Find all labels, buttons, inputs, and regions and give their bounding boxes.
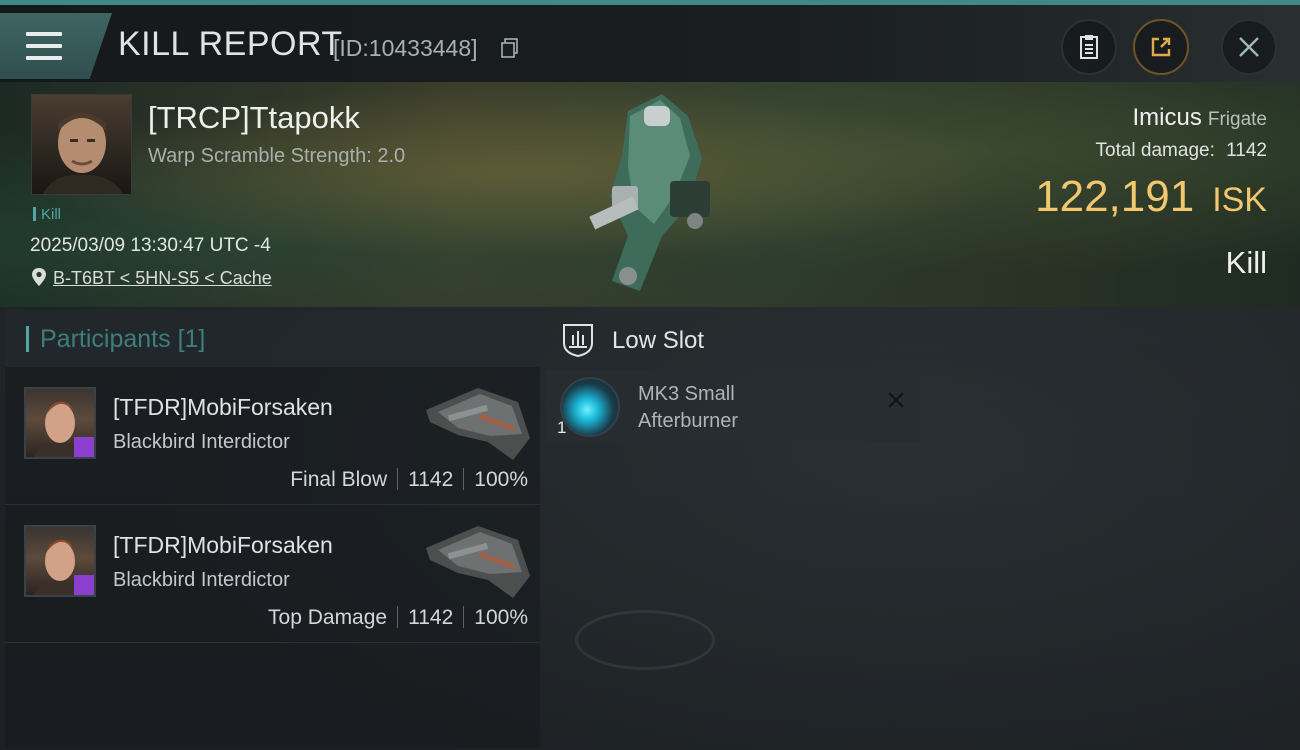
victim-banner: [TRCP]Ttapokk Warp Scramble Strength: 2.… — [0, 82, 1300, 307]
participant-portrait[interactable] — [24, 387, 96, 459]
total-damage-value: 1142 — [1226, 140, 1267, 161]
fitting-panel: Low Slot 1 MK3 Small Afterburner — [545, 310, 1300, 748]
participant-ship: Blackbird Interdictor — [113, 569, 290, 591]
total-damage-label: Total damage: — [1095, 140, 1215, 161]
report-id: [ID:10433448] — [333, 35, 478, 61]
victim-ship-class: Frigate — [1207, 109, 1267, 130]
isk-unit: ISK — [1212, 181, 1267, 219]
participants-title: Participants [1] — [40, 325, 206, 353]
participant-name[interactable]: [TFDR]MobiForsaken — [113, 532, 333, 559]
isk-value: 122,191 — [1035, 172, 1195, 221]
participant-ship: Blackbird Interdictor — [113, 431, 290, 453]
location-pin-icon — [32, 268, 46, 286]
module-quantity: 1 — [557, 418, 567, 437]
participant-damage: 1142 — [408, 468, 454, 491]
page-title: KILL REPORT — [118, 25, 343, 63]
total-damage: Total damage: 1142 — [1096, 140, 1268, 162]
menu-icon — [26, 32, 62, 60]
low-slot-title: Low Slot — [612, 327, 705, 354]
participant-role: Final Blow — [290, 468, 388, 491]
participant-name[interactable]: [TFDR]MobiForsaken — [113, 394, 333, 421]
clipboard-icon — [1080, 35, 1098, 59]
clipboard-button[interactable] — [1061, 19, 1117, 75]
participant-row[interactable]: [TFDR]MobiForsaken Blackbird Interdictor… — [5, 508, 540, 643]
afterburner-icon — [560, 377, 620, 437]
victim-portrait[interactable] — [31, 94, 132, 195]
destroyed-icon — [888, 392, 904, 408]
low-slot-icon — [563, 324, 593, 357]
location-link[interactable]: B-T6BT < 5HN-S5 < Cache — [53, 268, 272, 289]
module-item[interactable]: 1 MK3 Small Afterburner — [545, 370, 919, 442]
close-icon — [1239, 37, 1259, 57]
participant-percent: 100% — [474, 606, 528, 629]
menu-button[interactable] — [0, 13, 112, 79]
victim-ship-info: Imicus Frigate — [1133, 104, 1267, 132]
participant-badge — [74, 575, 94, 595]
participants-header: Participants [1] — [5, 310, 540, 367]
participant-row[interactable]: [TFDR]MobiForsaken Blackbird Interdictor… — [5, 370, 540, 505]
participant-stats: Final Blow 1142 100% — [290, 468, 528, 492]
victim-ship-image — [589, 94, 710, 291]
victim-name[interactable]: [TRCP]Ttapokk — [148, 100, 360, 136]
participant-ship-image — [426, 526, 530, 598]
participants-panel: Participants [1] [TFDR]MobiForsaken Blac… — [5, 310, 540, 748]
kill-tag: Kill — [33, 206, 61, 223]
participant-damage: 1142 — [408, 606, 454, 629]
copy-icon[interactable] — [501, 38, 519, 58]
isk-value-line: 122,191 ISK — [1035, 172, 1267, 222]
participants-header-accent — [26, 326, 29, 352]
background-ring-decoration — [575, 610, 715, 670]
victim-ship-name[interactable]: Imicus — [1133, 104, 1202, 131]
kill-report-screen: KILL REPORT [ID:10433448] [TRCP]Ttapokk … — [0, 0, 1300, 750]
kill-result: Kill — [1225, 245, 1267, 280]
warp-scramble-strength: Warp Scramble Strength: 2.0 — [148, 145, 406, 167]
share-icon — [1151, 37, 1171, 57]
participant-stats: Top Damage 1142 100% — [268, 606, 528, 630]
participant-role: Top Damage — [268, 606, 388, 629]
kill-datetime: 2025/03/09 13:30:47 UTC -4 — [30, 235, 271, 256]
victim-portrait-image — [43, 113, 123, 194]
participant-portrait[interactable] — [24, 525, 96, 597]
participant-ship-image — [426, 388, 530, 460]
share-button[interactable] — [1133, 19, 1189, 75]
participant-percent: 100% — [474, 468, 528, 491]
header: KILL REPORT [ID:10433448] — [0, 5, 1300, 82]
module-name: MK3 Small Afterburner — [638, 383, 739, 432]
close-button[interactable] — [1221, 19, 1277, 75]
participant-badge — [74, 437, 94, 457]
